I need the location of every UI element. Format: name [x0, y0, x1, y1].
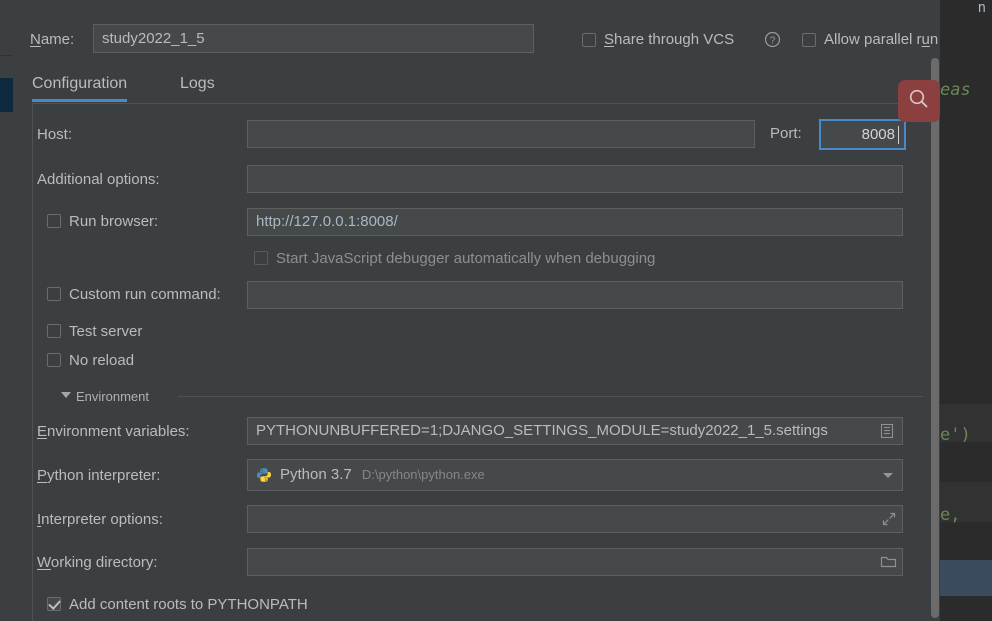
chevron-down-icon[interactable] — [881, 468, 897, 484]
run-browser-checkbox[interactable] — [47, 214, 61, 228]
environment-group-title: Environment — [76, 389, 149, 404]
environment-variables-input[interactable]: PYTHONUNBUFFERED=1;DJANGO_SETTINGS_MODUL… — [247, 417, 903, 445]
share-through-vcs-label[interactable]: Share through VCS — [604, 32, 734, 47]
working-directory-label: Working directory: — [37, 554, 158, 571]
host-input[interactable] — [247, 120, 755, 148]
editor-top-glyph: n — [977, 0, 986, 16]
expand-icon[interactable] — [881, 511, 897, 527]
tabs-underline — [32, 103, 940, 104]
working-directory-input[interactable] — [247, 548, 903, 576]
custom-run-command-input[interactable] — [247, 281, 903, 309]
configuration-name-input[interactable]: study2022_1_5 — [93, 24, 534, 53]
custom-run-command-checkbox[interactable] — [47, 287, 61, 301]
python-logo-icon — [256, 467, 272, 483]
python-interpreter-label: Python interpreter: — [37, 467, 161, 484]
add-content-roots-checkbox[interactable] — [47, 597, 61, 611]
additional-options-label: Additional options: — [37, 171, 160, 188]
pycharm-run-configuration-screen: eas e') e, n Name: study2022_1_5 Share t… — [0, 0, 992, 621]
port-input[interactable]: 8008 — [819, 119, 906, 150]
tab-logs[interactable]: Logs — [180, 71, 215, 97]
host-label: Host: — [37, 126, 73, 143]
allow-parallel-run-label[interactable]: Allow parallel run — [824, 32, 938, 47]
share-through-vcs-checkbox[interactable] — [582, 33, 596, 47]
search-everywhere-popup[interactable] — [898, 80, 940, 122]
editor-code-line: e, — [940, 505, 961, 525]
editor-code-line: eas — [940, 80, 971, 100]
no-reload-label[interactable]: No reload — [69, 352, 134, 369]
editor-code-line: e') — [940, 425, 971, 445]
python-interpreter-path: D:\python\python.exe — [361, 467, 485, 482]
content-panel-border — [32, 104, 33, 621]
editor-selection-line — [940, 560, 992, 596]
environment-variables-label: Environment variables: — [37, 423, 190, 440]
run-browser-label[interactable]: Run browser: — [69, 213, 158, 230]
interpreter-options-input[interactable] — [247, 505, 903, 533]
text-caret — [898, 126, 899, 144]
custom-run-command-label[interactable]: Custom run command: — [69, 286, 221, 303]
environment-collapse-arrow-icon[interactable] — [61, 392, 71, 398]
additional-options-input[interactable] — [247, 165, 903, 193]
run-browser-url-input[interactable]: http://127.0.0.1:8008/ — [247, 208, 903, 236]
environment-group-separator — [178, 396, 923, 397]
environment-variables-value: PYTHONUNBUFFERED=1;DJANGO_SETTINGS_MODUL… — [256, 422, 828, 439]
search-icon — [907, 87, 931, 116]
run-debug-configuration-dialog: Name: study2022_1_5 Share through VCS ? … — [13, 0, 940, 621]
name-row: Name: study2022_1_5 Share through VCS ? … — [13, 22, 940, 56]
start-js-debugger-checkbox[interactable] — [254, 251, 268, 265]
interpreter-options-label: Interpreter options: — [37, 511, 163, 528]
add-content-roots-label[interactable]: Add content roots to PYTHONPATH — [69, 596, 308, 613]
python-interpreter-value: Python 3.7 — [280, 466, 352, 483]
port-value: 8008 — [861, 126, 895, 143]
tab-configuration[interactable]: Configuration — [32, 71, 128, 102]
port-label: Port: — [770, 125, 802, 142]
test-server-checkbox[interactable] — [47, 324, 61, 338]
allow-parallel-run-checkbox[interactable] — [802, 33, 816, 47]
tool-window-selected-item[interactable] — [0, 78, 13, 112]
edit-list-icon[interactable] — [879, 423, 895, 439]
name-label: Name: — [30, 31, 75, 48]
no-reload-checkbox[interactable] — [47, 353, 61, 367]
start-js-debugger-label: Start JavaScript debugger automatically … — [276, 250, 656, 267]
test-server-label[interactable]: Test server — [69, 323, 142, 340]
python-interpreter-combobox[interactable]: Python 3.7 D:\python\python.exe — [247, 459, 903, 491]
background-code-editor: eas e') e, — [940, 0, 992, 621]
help-circle-icon[interactable]: ? — [764, 31, 781, 48]
dialog-scrollbar-thumb[interactable] — [931, 58, 939, 618]
svg-text:?: ? — [770, 35, 776, 46]
folder-icon[interactable] — [880, 554, 897, 570]
